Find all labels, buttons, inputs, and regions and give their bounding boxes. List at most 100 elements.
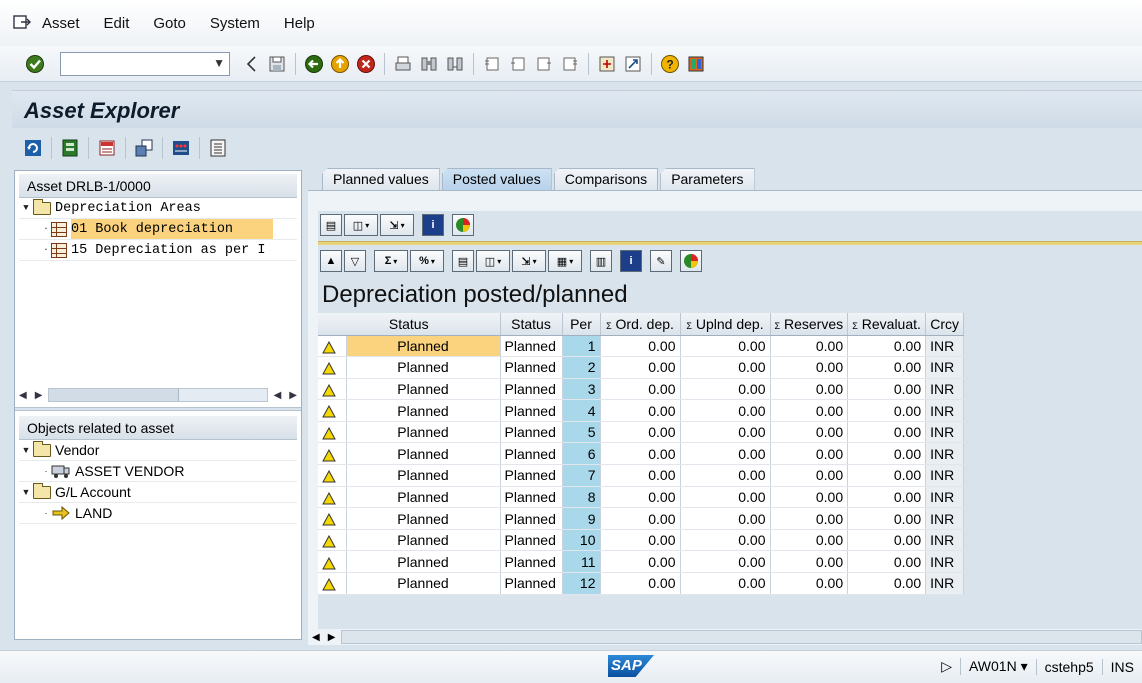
status-cell[interactable]: Planned (346, 529, 501, 552)
currency-cell[interactable]: INR (925, 335, 965, 358)
warning-icon[interactable] (318, 572, 347, 595)
print-icon[interactable] (392, 53, 414, 75)
table-row[interactable]: Planned Planned 11 0.00 0.00 0.00 0.00 INR (318, 550, 965, 574)
period-cell[interactable]: 5 (562, 421, 601, 444)
period-cell[interactable]: 1 (562, 335, 601, 358)
warning-icon[interactable] (318, 378, 347, 401)
currency-cell[interactable]: INR (925, 507, 965, 530)
system-menu-icon[interactable] (12, 14, 32, 32)
status-cell[interactable]: Planned (500, 507, 563, 530)
ord-dep-cell[interactable]: 0.00 (600, 378, 681, 401)
splitter-bar[interactable] (318, 241, 1142, 245)
panel-splitter[interactable] (15, 407, 301, 411)
reserves-cell[interactable]: 0.00 (770, 507, 849, 530)
scrollbar-track[interactable] (48, 388, 268, 402)
status-expand-icon[interactable]: ▷ (933, 658, 960, 675)
views-icon[interactable]: ◫ ▾ (476, 250, 510, 272)
scroll-right-icon[interactable]: ▶ (35, 390, 43, 401)
uplnd-dep-cell[interactable]: 0.00 (680, 464, 771, 487)
column-header-per[interactable]: Per (562, 313, 601, 336)
warning-icon[interactable] (318, 550, 347, 574)
command-field[interactable]: ▼ (60, 51, 230, 76)
revaluat-cell[interactable]: 0.00 (847, 335, 927, 358)
asset-values-icon[interactable] (96, 137, 118, 159)
reserves-cell[interactable]: 0.00 (770, 421, 849, 444)
table-row[interactable]: Planned Planned 6 0.00 0.00 0.00 0.00 INR (318, 442, 965, 466)
reserves-cell[interactable]: 0.00 (770, 335, 849, 358)
subtotal-icon[interactable]: % ▾ (410, 250, 444, 272)
warning-icon[interactable] (318, 399, 347, 422)
print-icon[interactable]: ▤ (452, 250, 474, 272)
reserves-cell[interactable]: 0.00 (770, 378, 849, 401)
ord-dep-cell[interactable]: 0.00 (600, 486, 681, 509)
status-cell[interactable]: Planned (346, 486, 501, 509)
first-page-icon[interactable] (481, 53, 503, 75)
table-row[interactable]: Planned Planned 9 0.00 0.00 0.00 0.00 INR (318, 507, 965, 530)
reserves-cell[interactable]: 0.00 (770, 572, 849, 595)
scroll-left-icon[interactable]: ◀ (19, 390, 27, 401)
column-header-reserves[interactable]: Σ Reserves (770, 313, 849, 336)
status-cell[interactable]: Planned (500, 421, 563, 444)
compare-icon[interactable] (170, 137, 192, 159)
status-cell[interactable]: Planned (500, 399, 563, 422)
column-header-status-icon[interactable]: Status (318, 313, 501, 336)
period-cell[interactable]: 7 (562, 464, 601, 487)
create-session-icon[interactable] (596, 53, 618, 75)
export-icon[interactable]: ⇲ ▾ (380, 214, 414, 236)
status-cell[interactable]: Planned (346, 421, 501, 444)
display-asset-icon[interactable] (59, 137, 81, 159)
reserves-cell[interactable]: 0.00 (770, 550, 849, 574)
export-icon[interactable]: ⇲ ▾ (512, 250, 546, 272)
status-cell[interactable]: Planned (346, 399, 501, 422)
status-cell[interactable]: Planned (500, 550, 563, 574)
transaction-code[interactable]: AW01N ▾ (959, 658, 1036, 675)
tab-planned-values[interactable]: Planned values (322, 168, 440, 190)
revaluat-cell[interactable]: 0.00 (847, 399, 927, 422)
tree-node-land[interactable]: · LAND (19, 503, 297, 524)
find-next-icon[interactable] (444, 53, 466, 75)
currency-cell[interactable]: INR (925, 378, 965, 401)
ord-dep-cell[interactable]: 0.00 (600, 442, 681, 466)
table-row[interactable]: Planned Planned 2 0.00 0.00 0.00 0.00 INR (318, 356, 965, 379)
tree-node-area-15[interactable]: · 15 Depreciation as per I (19, 240, 297, 261)
left-horizontal-scrollbar[interactable]: ◀ ▶ ◀ ▶ (19, 387, 297, 403)
status-cell[interactable]: Planned (500, 529, 563, 552)
previous-page-icon[interactable] (507, 53, 529, 75)
warning-icon[interactable] (318, 442, 347, 466)
help-icon[interactable]: ? (659, 53, 681, 75)
back-icon[interactable] (303, 53, 325, 75)
reserves-cell[interactable]: 0.00 (770, 399, 849, 422)
warning-icon[interactable] (318, 486, 347, 509)
uplnd-dep-cell[interactable]: 0.00 (680, 529, 771, 552)
tree-node-gl-account[interactable]: ▼ G/L Account (19, 482, 297, 503)
menu-help[interactable]: Help (284, 15, 315, 32)
last-page-icon[interactable] (559, 53, 581, 75)
status-cell[interactable]: Planned (346, 464, 501, 487)
currency-cell[interactable]: INR (925, 464, 965, 487)
column-header-crcy[interactable]: Crcy (925, 313, 965, 336)
warning-icon[interactable] (318, 335, 347, 358)
uplnd-dep-cell[interactable]: 0.00 (680, 442, 771, 466)
status-cell[interactable]: Planned (500, 486, 563, 509)
ord-dep-cell[interactable]: 0.00 (600, 464, 681, 487)
revaluat-cell[interactable]: 0.00 (847, 378, 927, 401)
period-cell[interactable]: 10 (562, 529, 601, 552)
tree-node-area-01[interactable]: · 01 Book depreciation (19, 219, 297, 240)
transfer-icon[interactable] (133, 137, 155, 159)
tree-node-depreciation-areas[interactable]: ▼ Depreciation Areas (19, 198, 297, 219)
uplnd-dep-cell[interactable]: 0.00 (680, 378, 771, 401)
status-cell[interactable]: Planned (500, 378, 563, 401)
uplnd-dep-cell[interactable]: 0.00 (680, 399, 771, 422)
generate-shortcut-icon[interactable] (622, 53, 644, 75)
table-row[interactable]: Planned Planned 5 0.00 0.00 0.00 0.00 INR (318, 421, 965, 444)
revaluat-cell[interactable]: 0.00 (847, 486, 927, 509)
currency-cell[interactable]: INR (925, 399, 965, 422)
find-icon[interactable] (418, 53, 440, 75)
revaluat-cell[interactable]: 0.00 (847, 421, 927, 444)
reserves-cell[interactable]: 0.00 (770, 356, 849, 379)
status-cell[interactable]: Planned (500, 356, 563, 379)
uplnd-dep-cell[interactable]: 0.00 (680, 335, 771, 358)
tree-node-asset-vendor[interactable]: · ASSET VENDOR (19, 461, 297, 482)
scroll-left-icon[interactable]: ◀ (274, 390, 282, 401)
status-cell[interactable]: Planned (500, 335, 563, 358)
